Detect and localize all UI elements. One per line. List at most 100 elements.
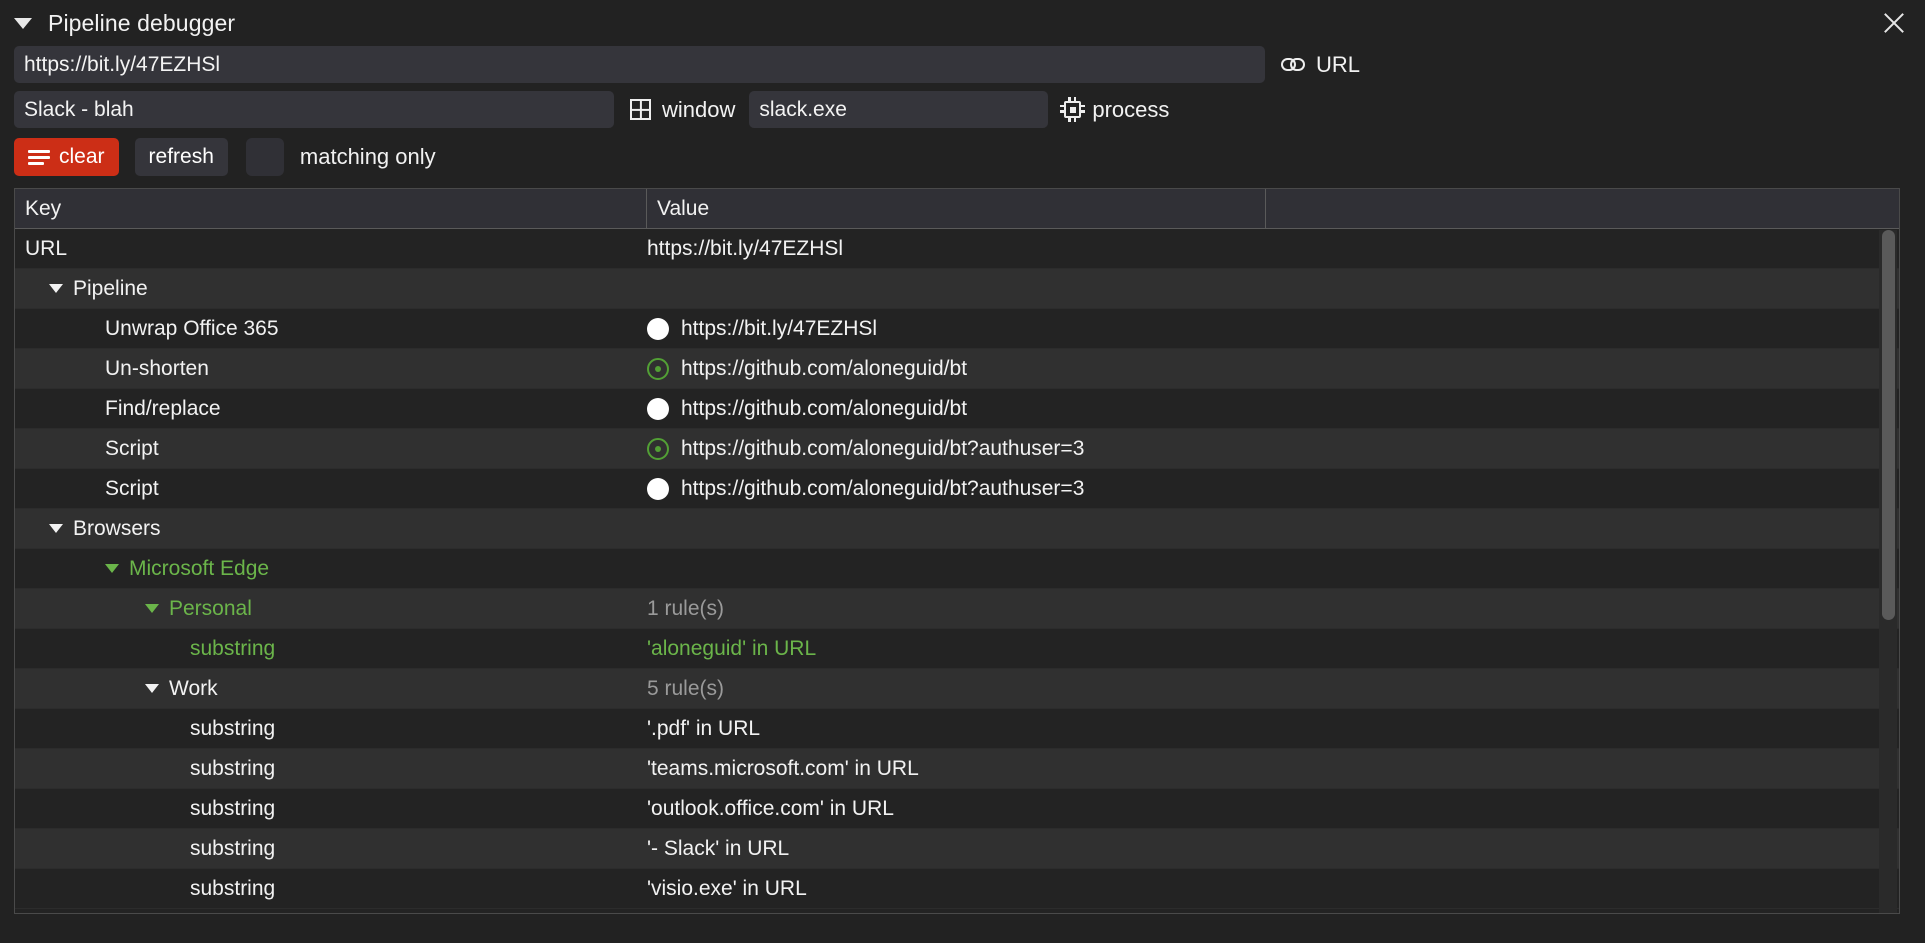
table-cell-key: Browsers xyxy=(15,517,647,541)
status-dot-icon xyxy=(647,477,669,500)
table-cell-value: '- Slack' in URL xyxy=(647,837,1899,861)
link-icon xyxy=(1281,57,1305,72)
table-cell-key: Microsoft Edge xyxy=(15,557,647,581)
table-row[interactable]: Script https://github.com/aloneguid/bt?au… xyxy=(15,469,1899,509)
table-header: Key Value xyxy=(15,189,1899,229)
table-cell-value: 'aloneguid' in URL xyxy=(647,637,1899,661)
table-cell-value-label: https://github.com/aloneguid/bt xyxy=(681,396,968,420)
table-cell-key: substring xyxy=(15,877,647,901)
table-row[interactable]: substring 'outlook.office.com' in URL xyxy=(15,789,1899,829)
triangle-down-icon[interactable] xyxy=(105,564,119,573)
table-cell-key-label: Script xyxy=(105,476,159,500)
table-cell-key-label: Personal xyxy=(169,596,252,620)
table-row[interactable]: Browsers xyxy=(15,509,1899,549)
refresh-button[interactable]: refresh xyxy=(134,138,228,176)
table-row[interactable]: Unwrap Office 365 https://bit.ly/47EZHSl xyxy=(15,309,1899,349)
table-cell-value: '.pdf' in URL xyxy=(647,717,1899,741)
matching-only-checkbox[interactable] xyxy=(245,138,284,176)
url-input[interactable] xyxy=(14,46,1265,83)
triangle-down-icon[interactable] xyxy=(49,524,63,533)
window-titlebar: Pipeline debugger xyxy=(0,0,1925,46)
table-row[interactable]: Find/replace https://github.com/aloneguid… xyxy=(15,389,1899,429)
table-cell-value: https://bit.ly/47EZHSl xyxy=(647,317,1899,341)
table-cell-key-label: substring xyxy=(190,756,276,780)
vertical-scrollbar[interactable] xyxy=(1879,230,1897,913)
close-icon[interactable] xyxy=(1877,6,1911,40)
table-row[interactable]: substring '.pdf' in URL xyxy=(15,709,1899,749)
table-cell-value-label: 'aloneguid' in URL xyxy=(647,636,817,660)
table-row[interactable]: substring '- Slack' in URL xyxy=(15,829,1899,869)
table-cell-key: Find/replace xyxy=(15,397,647,421)
table-cell-key-label: Find/replace xyxy=(105,396,221,420)
clear-button-label: clear xyxy=(59,145,105,168)
table-cell-value: https://github.com/aloneguid/bt xyxy=(647,397,1899,421)
table-row[interactable]: Work 5 rule(s) xyxy=(15,669,1899,709)
table-row[interactable]: Script https://github.com/aloneguid/bt?au… xyxy=(15,429,1899,469)
column-header-key[interactable]: Key xyxy=(15,189,647,228)
table-cell-key: Script xyxy=(15,477,647,501)
table-cell-value-label: '- Slack' in URL xyxy=(647,836,790,860)
table-cell-key: substring xyxy=(15,837,647,861)
table-row[interactable]: URL https://bit.ly/47EZHSl xyxy=(15,229,1899,269)
page-title: Pipeline debugger xyxy=(48,9,236,36)
table-cell-value-label: 5 rule(s) xyxy=(647,676,725,700)
table-cell-key-label: substring xyxy=(190,796,276,820)
table-cell-key-label: substring xyxy=(190,836,276,860)
table-cell-key: URL xyxy=(15,237,647,261)
table-cell-key: Personal xyxy=(15,597,647,621)
table-cell-key-label: Unwrap Office 365 xyxy=(105,316,279,340)
table-row[interactable]: substring 'teams.microsoft.com' in URL xyxy=(15,749,1899,789)
table-cell-key: Work xyxy=(15,677,647,701)
status-ring-icon xyxy=(647,437,669,460)
table-cell-value-label: https://github.com/aloneguid/bt?authuser… xyxy=(681,476,1085,500)
table-cell-key-label: Script xyxy=(105,436,159,460)
table-cell-value: https://bit.ly/47EZHSl xyxy=(647,237,1899,261)
bars-icon xyxy=(28,147,50,168)
triangle-down-icon[interactable] xyxy=(145,684,159,693)
status-dot-icon xyxy=(647,317,669,340)
table-row[interactable]: substring 'aloneguid' in URL xyxy=(15,629,1899,669)
refresh-button-label: refresh xyxy=(148,145,214,168)
scrollbar-thumb[interactable] xyxy=(1882,230,1895,620)
window-process-row: window process xyxy=(0,91,1925,128)
table-cell-key-label: Work xyxy=(169,676,218,700)
table-cell-key-label: substring xyxy=(190,716,276,740)
table-cell-key-label: substring xyxy=(190,636,276,660)
table-row[interactable]: Pipeline xyxy=(15,269,1899,309)
window-label: window xyxy=(662,96,736,122)
process-label-group: process xyxy=(1060,97,1169,123)
window-label-group: window xyxy=(630,97,735,123)
table-cell-key-label: Microsoft Edge xyxy=(129,556,270,580)
table-row[interactable]: Personal 1 rule(s) xyxy=(15,589,1899,629)
table-cell-key-label: Un-shorten xyxy=(105,356,209,380)
table-cell-value-label: https://github.com/aloneguid/bt?authuser… xyxy=(681,436,1085,460)
table-row[interactable]: Un-shorten https://github.com/aloneguid/b… xyxy=(15,349,1899,389)
triangle-down-icon[interactable] xyxy=(145,604,159,613)
table-cell-value-label: 'visio.exe' in URL xyxy=(647,876,807,900)
table-cell-key: substring xyxy=(15,637,647,661)
column-header-extra[interactable] xyxy=(1266,189,1899,228)
url-label-group: URL xyxy=(1281,52,1360,78)
clear-button[interactable]: clear xyxy=(14,138,119,176)
chip-icon xyxy=(1060,97,1086,122)
process-input[interactable] xyxy=(749,91,1049,128)
triangle-down-icon[interactable] xyxy=(14,17,32,29)
table-cell-key-label: URL xyxy=(25,236,68,260)
table-cell-value-label: 'outlook.office.com' in URL xyxy=(647,796,894,820)
table-cell-value-label: https://github.com/aloneguid/bt xyxy=(681,356,968,380)
table-cell-value: 5 rule(s) xyxy=(647,677,1899,701)
table-cell-value: 1 rule(s) xyxy=(647,597,1899,621)
window-input[interactable] xyxy=(14,91,614,128)
table-row[interactable]: substring 'visio.exe' in URL xyxy=(15,869,1899,909)
table-cell-value-label: 'teams.microsoft.com' in URL xyxy=(647,756,919,780)
url-row: URL xyxy=(0,46,1925,83)
table-cell-value-label: '.pdf' in URL xyxy=(647,716,761,740)
table-cell-key: Pipeline xyxy=(15,277,647,301)
url-label: URL xyxy=(1316,51,1361,77)
table-cell-key: Script xyxy=(15,437,647,461)
table-row[interactable]: Microsoft Edge xyxy=(15,549,1899,589)
triangle-down-icon[interactable] xyxy=(49,284,63,293)
table-cell-value: 'teams.microsoft.com' in URL xyxy=(647,757,1899,781)
table-cell-key: substring xyxy=(15,757,647,781)
column-header-value[interactable]: Value xyxy=(647,189,1266,228)
